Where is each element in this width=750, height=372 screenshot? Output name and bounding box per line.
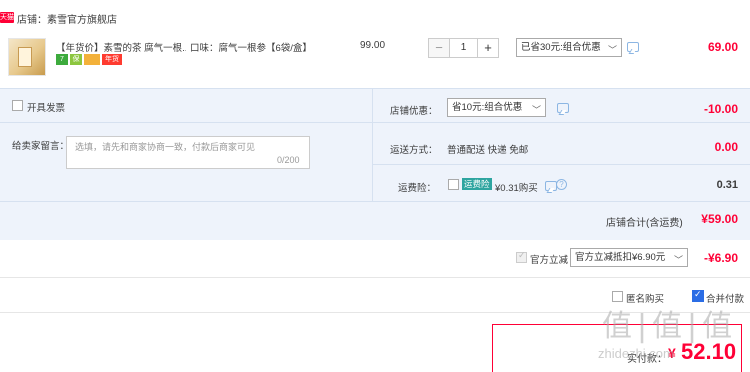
shop-total-value: ¥59.00 <box>701 212 738 226</box>
invoice-checkbox[interactable] <box>12 100 23 111</box>
credit-card-icon <box>84 54 100 65</box>
divider <box>0 201 750 202</box>
watermark-logo: 值|值|值 <box>602 309 734 344</box>
nianhuo-badge: 年货 <box>102 54 122 65</box>
insurance-badge: 运费险 <box>462 178 492 190</box>
quantity-stepper: − 1 + <box>428 38 499 58</box>
official-discount-value-text: 官方立减抵扣¥6.90元 <box>575 252 666 263</box>
watermark-text: zhidezhi.com <box>598 346 674 361</box>
shipping-method: 普通配送 快递 免邮 <box>447 145 529 156</box>
official-discount-label: 官方立减 <box>530 255 569 266</box>
shop-coupon-value-text: 省10元:组合优惠 <box>452 102 523 113</box>
insurance-price: ¥0.31购买 <box>495 183 538 194</box>
product-title-link[interactable]: 【年货价】素雪的茶 腐气一根... <box>56 40 186 54</box>
official-discount-amount: -¥6.90 <box>703 251 738 265</box>
divider <box>0 122 372 123</box>
shop-coupon-label: 店铺优惠： <box>390 106 438 117</box>
insurance-label: 运费险： <box>398 183 437 194</box>
product-tags: 7 保 年货 <box>56 54 122 66</box>
insurance-checkbox[interactable] <box>448 179 459 190</box>
shop-coupon-select[interactable]: 省10元:组合优惠 ﹀ <box>447 98 546 117</box>
unit-price: 99.00 <box>360 40 386 51</box>
chat-bubble-icon[interactable] <box>627 42 639 52</box>
chevron-down-icon: ﹀ <box>607 45 617 55</box>
divider <box>372 122 750 123</box>
item-discount-value: 已省30元:组合优惠 <box>521 42 601 53</box>
invoice-label: 开具发票 <box>27 103 66 114</box>
product-sku: 口味：腐气一根参【6袋/盒】 <box>190 43 312 54</box>
qty-minus-button[interactable]: − <box>428 38 450 58</box>
shipping-label: 运送方式： <box>390 145 438 156</box>
insurance-value: 0.31 <box>716 179 738 191</box>
message-label: 给卖家留言： <box>12 141 70 152</box>
shop-coupon-amount: -10.00 <box>703 102 738 116</box>
shipping-fee: 0.00 <box>714 140 738 154</box>
tmall-badge: 天猫 <box>0 12 14 23</box>
message-char-count: 0/200 <box>277 155 300 165</box>
divider <box>372 164 750 165</box>
item-total-price: 69.00 <box>707 40 738 54</box>
item-discount-select[interactable]: 已省30元:组合优惠 ﹀ <box>516 38 622 57</box>
product-thumbnail[interactable] <box>8 38 46 76</box>
question-circle-icon[interactable]: ? <box>556 179 567 190</box>
seven-day-return-icon: 7 <box>56 54 68 65</box>
guarantee-icon: 保 <box>70 54 82 65</box>
qty-input[interactable]: 1 <box>450 38 477 58</box>
message-placeholder: 选填，请先和商家协商一致，付款后商家可见 <box>75 142 256 152</box>
shop-name-link[interactable]: 店铺：素雪官方旗舰店 <box>17 11 117 26</box>
chevron-down-icon: ﹀ <box>531 105 541 115</box>
official-discount-checkbox[interactable] <box>516 250 527 263</box>
divider <box>372 88 373 201</box>
qty-plus-button[interactable]: + <box>477 38 499 58</box>
chat-bubble-icon[interactable] <box>557 103 569 113</box>
